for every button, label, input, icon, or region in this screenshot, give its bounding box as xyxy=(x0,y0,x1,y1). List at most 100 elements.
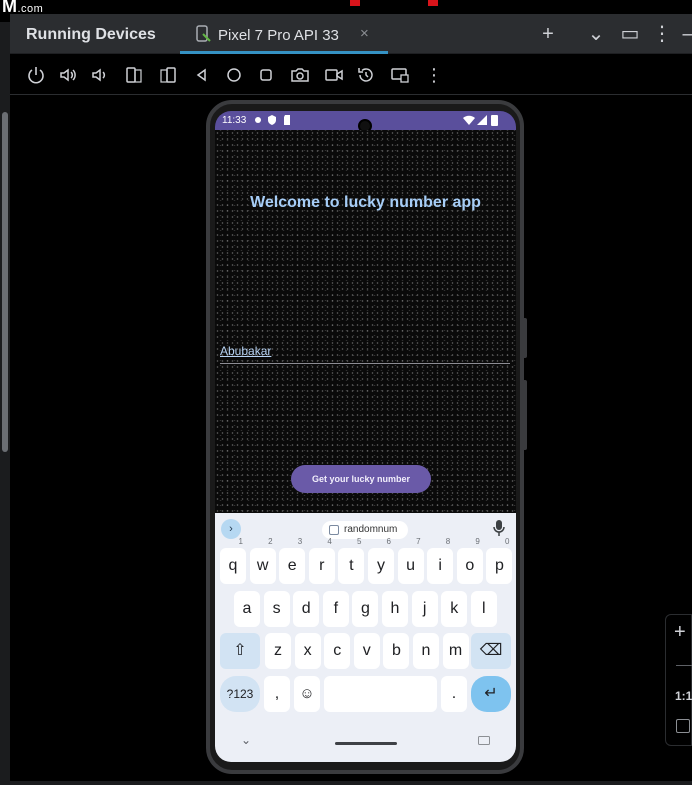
left-scrollbar[interactable] xyxy=(0,22,10,785)
device-icon xyxy=(194,25,212,48)
chevron-down-icon[interactable]: ⌄ xyxy=(584,22,608,46)
key-e[interactable]: e3 xyxy=(279,537,306,584)
key-t[interactable]: t5 xyxy=(338,537,365,584)
key-h[interactable]: h xyxy=(382,591,408,627)
volume-up-icon[interactable] xyxy=(58,65,78,85)
wifi-icon xyxy=(463,115,475,128)
phone-side-button[interactable] xyxy=(522,380,527,450)
volume-down-icon[interactable] xyxy=(90,65,110,85)
backspace-key[interactable]: ⌫ xyxy=(471,633,511,669)
scrollbar-thumb[interactable] xyxy=(2,112,8,452)
name-value: Abubakar xyxy=(220,344,272,358)
key-w[interactable]: w2 xyxy=(249,537,276,584)
key-c[interactable]: c xyxy=(324,633,351,669)
more-vertical-icon[interactable]: ⋮ xyxy=(424,65,444,85)
key-i[interactable]: i8 xyxy=(427,537,454,584)
period-key[interactable]: . xyxy=(441,676,467,712)
bottom-edge xyxy=(0,781,692,785)
key-q[interactable]: q1 xyxy=(220,537,246,584)
key-s[interactable]: s xyxy=(263,591,290,627)
more-vertical-icon[interactable]: ⋮ xyxy=(650,22,674,46)
rotate-left-icon[interactable] xyxy=(124,65,144,85)
snapshot-restore-icon[interactable] xyxy=(356,65,376,85)
phone-side-button[interactable] xyxy=(522,318,527,358)
key-g[interactable]: g xyxy=(352,591,379,627)
rotate-right-icon[interactable] xyxy=(158,65,178,85)
minimize-icon[interactable]: – xyxy=(676,22,692,46)
zoom-in-icon[interactable]: + xyxy=(674,621,686,644)
record-indicator xyxy=(350,0,360,6)
key-hint: 9 xyxy=(475,537,480,546)
tab-underline xyxy=(180,51,388,54)
key-r[interactable]: r4 xyxy=(308,537,335,584)
shift-key[interactable]: ⇧ xyxy=(220,633,260,669)
screenshot-icon[interactable] xyxy=(290,65,310,85)
key-n[interactable]: n xyxy=(413,633,439,669)
keyboard-switch-icon[interactable] xyxy=(478,733,490,751)
power-icon[interactable] xyxy=(26,65,46,85)
key-f[interactable]: f xyxy=(322,591,349,627)
add-device-icon[interactable]: + xyxy=(536,22,560,46)
key-d[interactable]: d xyxy=(293,591,320,627)
zoom-out-icon[interactable] xyxy=(676,665,692,666)
key-o[interactable]: o9 xyxy=(456,537,483,584)
soft-keyboard: › randomnum q1w2e3r4t5y6u7i8o9p0 asdfghj… xyxy=(215,513,516,762)
shield-icon xyxy=(267,114,277,129)
key-hint: 3 xyxy=(297,537,303,546)
key-hint: 6 xyxy=(386,537,391,546)
key-hint: 5 xyxy=(356,537,362,546)
get-lucky-number-button[interactable]: Get your lucky number xyxy=(291,465,431,493)
actual-size-button[interactable]: 1:1 xyxy=(675,689,692,703)
welcome-text: Welcome to lucky number app xyxy=(250,194,481,211)
symbols-key[interactable]: ?123 xyxy=(220,676,260,712)
overview-icon[interactable] xyxy=(256,65,276,85)
home-icon[interactable] xyxy=(224,65,244,85)
key-u[interactable]: u7 xyxy=(397,537,424,584)
battery-icon xyxy=(491,114,498,129)
key-z[interactable]: z xyxy=(265,633,291,669)
space-key[interactable] xyxy=(324,676,437,712)
record-indicator xyxy=(428,0,438,6)
key-j[interactable]: j xyxy=(411,591,438,627)
key-p[interactable]: p0 xyxy=(486,537,513,584)
key-hint: 1 xyxy=(238,537,243,546)
zoom-panel: + 1:1 xyxy=(665,614,692,746)
emoji-key[interactable]: ☺ xyxy=(294,676,320,712)
key-m[interactable]: m xyxy=(442,633,469,669)
screen-record-icon[interactable] xyxy=(324,65,344,85)
key-b[interactable]: b xyxy=(383,633,410,669)
close-icon[interactable]: × xyxy=(360,25,369,42)
key-l[interactable]: l xyxy=(470,591,497,627)
extended-controls-icon[interactable] xyxy=(390,65,410,85)
panel-title: Running Devices xyxy=(26,26,156,43)
key-hint: 2 xyxy=(268,537,273,546)
key-v[interactable]: v xyxy=(353,633,380,669)
key-hint: 8 xyxy=(445,537,451,546)
suggestion-chip[interactable]: randomnum xyxy=(322,521,408,539)
back-icon[interactable] xyxy=(192,65,212,85)
key-k[interactable]: k xyxy=(441,591,468,627)
status-time: 11:33 xyxy=(222,115,247,126)
enter-key[interactable]: ↵ xyxy=(471,676,511,712)
comma-key[interactable]: , xyxy=(264,676,290,712)
key-hint: 7 xyxy=(416,537,421,546)
tab-pixel-7-pro[interactable]: Pixel 7 Pro API 33 × xyxy=(180,14,388,54)
suggestion-text: randomnum xyxy=(344,524,398,535)
running-devices-header: Running Devices Pixel 7 Pro API 33 × + ⌄… xyxy=(10,14,692,54)
home-gesture-pill[interactable] xyxy=(335,742,397,745)
name-input[interactable]: Abubakar xyxy=(220,340,510,364)
tab-label: Pixel 7 Pro API 33 xyxy=(218,27,339,44)
key-x[interactable]: x xyxy=(294,633,321,669)
hide-keyboard-icon[interactable]: ⌄ xyxy=(241,733,251,747)
window-icon[interactable]: ▭ xyxy=(618,22,642,46)
fit-screen-icon[interactable] xyxy=(676,719,690,733)
clipboard-icon xyxy=(329,525,339,535)
device-screen[interactable]: 11:33 Welcome to lucky number app Abubak… xyxy=(215,111,516,762)
key-y[interactable]: y6 xyxy=(368,537,394,584)
sd-card-icon xyxy=(283,114,291,129)
app-background: Welcome to lucky number app Abubakar Get… xyxy=(215,130,516,525)
key-a[interactable]: a xyxy=(234,591,260,627)
microphone-icon[interactable] xyxy=(493,520,505,541)
settings-icon xyxy=(253,114,263,129)
navigation-bar: ⌄ xyxy=(215,722,516,762)
